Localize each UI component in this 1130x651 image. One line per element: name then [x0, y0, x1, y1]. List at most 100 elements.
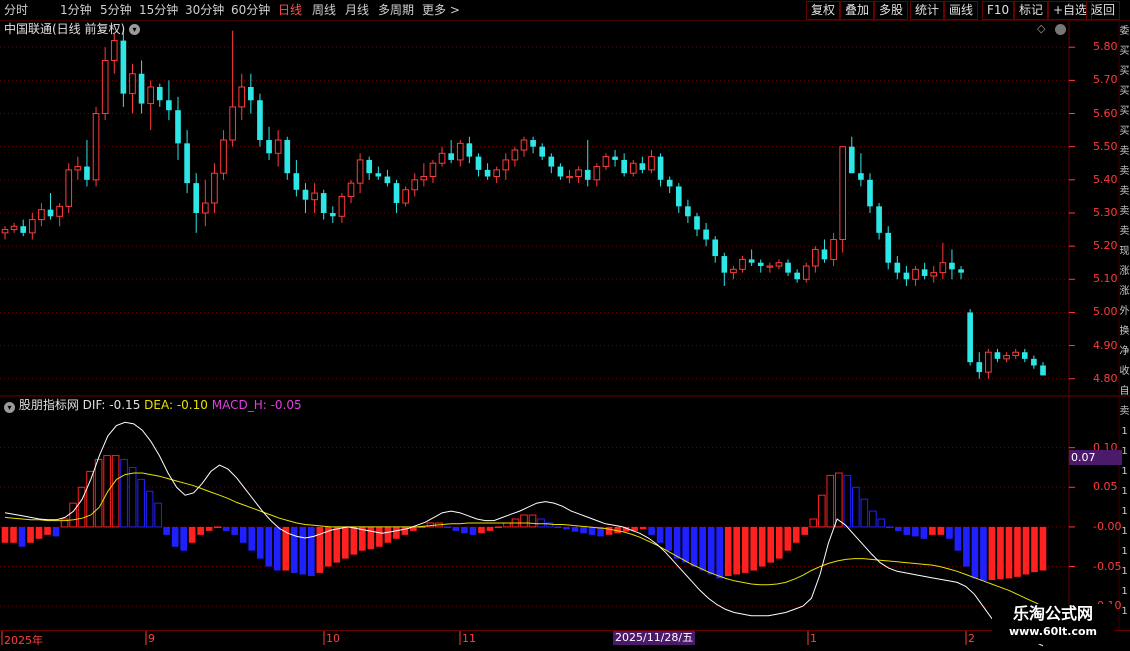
diamond-icon[interactable]: ◇ [1037, 20, 1045, 37]
macd-bar [461, 526, 468, 534]
toolbar-button-0[interactable]: 复权 [806, 1, 841, 20]
candle-body-down [903, 272, 910, 280]
macd-bar [1005, 526, 1013, 579]
candle-body-down [156, 86, 163, 101]
macd-bar [869, 510, 877, 528]
candle-body-down [1040, 365, 1046, 376]
quote-strip-char: 净 [1119, 346, 1130, 357]
toolbar-button-1[interactable]: 叠加 [840, 1, 875, 20]
macd-bar [946, 526, 953, 539]
date-cursor-label: 2025/11/28/五 [613, 631, 696, 645]
macd-bar [137, 478, 145, 528]
macd-bar [103, 455, 111, 528]
macd-bar [1, 526, 9, 543]
candle-body-down [257, 100, 263, 141]
candle-body-down [885, 232, 892, 263]
toolbar-button-2[interactable]: 多股 [874, 1, 909, 20]
candle-body-down [166, 100, 172, 111]
candle-body-down [84, 166, 90, 180]
quote-strip-char: 收 [1119, 366, 1130, 377]
period-tab-0[interactable]: 分时 [4, 0, 28, 20]
candle-body-down [584, 169, 591, 180]
date-axis: 2025年 9 10 11 1 2 [0, 630, 1130, 651]
period-tab-6[interactable]: 日线 [278, 0, 302, 20]
toolbar-button-8[interactable]: 返回 [1086, 1, 1121, 20]
candle-body-down [375, 173, 382, 177]
macd-bar [895, 526, 902, 531]
dea-line [4, 472, 1044, 607]
macd-bar [1022, 526, 1030, 575]
candle-body-down [657, 156, 664, 180]
candle-body-up [274, 139, 282, 154]
chart-canvas[interactable] [0, 0, 1130, 650]
watermark-title: 乐淘公式网 [1012, 604, 1093, 623]
price-tick-label: 4.90 [1093, 338, 1118, 352]
chevron-down-icon[interactable]: ▾ [129, 24, 140, 35]
candle-body-up [311, 192, 318, 201]
settings-circle-icon[interactable] [1055, 24, 1066, 35]
candle-body-up [65, 169, 73, 207]
candle-body-up [766, 265, 774, 268]
candle-body-down [958, 269, 964, 273]
candle-body-up [520, 139, 528, 151]
watermark: 乐淘公式网 www.60lt.com [992, 604, 1114, 644]
watermark-url: www.60lt.com [1008, 625, 1098, 638]
candle-body-up [493, 169, 501, 178]
period-tab-7[interactable]: 周线 [312, 0, 336, 20]
macd-tick-label: 0.05 [1093, 480, 1118, 494]
macd-bar [393, 526, 400, 539]
candle-body-down [994, 352, 1001, 359]
macd-bar [128, 466, 137, 528]
quote-strip-char: 自 [1119, 386, 1130, 397]
period-tab-2[interactable]: 5分钟 [100, 0, 132, 20]
macd-bar [639, 526, 647, 530]
macd-bar [673, 526, 681, 559]
candle-body-down [757, 262, 764, 267]
candle-body-up [201, 202, 209, 214]
indicator-name[interactable]: 股朋指标网 [19, 398, 79, 412]
period-tab-8[interactable]: 月线 [345, 0, 369, 20]
macd-bar [741, 526, 749, 573]
macd-bar [826, 474, 835, 528]
candle-body-up [211, 172, 218, 204]
period-tab-3[interactable]: 15分钟 [139, 0, 178, 20]
macd-bar [537, 518, 545, 528]
macd-bar [920, 526, 928, 539]
macd-bar [35, 526, 43, 539]
candle-body-down [794, 272, 800, 280]
chevron-down-icon[interactable]: ▾ [4, 402, 15, 413]
macd-bar [1014, 526, 1021, 577]
candle-body-up [456, 142, 464, 161]
macd-bar [528, 514, 537, 528]
macd-bar [10, 526, 17, 543]
toolbar-button-3[interactable]: 统计 [910, 1, 945, 20]
toolbar-button-4[interactable]: 画线 [944, 1, 979, 20]
toolbar-button-5[interactable]: F10 [982, 1, 1015, 20]
macd-bar [733, 526, 741, 575]
macd-bar [656, 526, 664, 543]
candle-body-down [703, 229, 709, 240]
macd-bar [333, 526, 341, 563]
candle-body-down [120, 40, 127, 94]
candle-body-up [56, 205, 63, 217]
toolbar-button-6[interactable]: 标记 [1014, 1, 1049, 20]
price-tick-label: 5.00 [1093, 305, 1118, 319]
macd-bar [767, 526, 775, 563]
quote-strip-char: 1 [1121, 446, 1128, 457]
period-tab-5[interactable]: 60分钟 [231, 0, 270, 20]
price-tick-label: 5.70 [1093, 73, 1118, 87]
period-tab-1[interactable]: 1分钟 [60, 0, 92, 20]
candle-body-up [802, 265, 810, 280]
price-tick-label: 4.80 [1093, 371, 1118, 385]
period-tab-9[interactable]: 多周期 [378, 0, 414, 20]
macd-bar [290, 526, 298, 573]
candle-body-up [739, 258, 746, 270]
candle-body-up [648, 156, 655, 171]
quote-strip-char: 外 [1119, 306, 1130, 317]
macd-bar [443, 526, 452, 529]
candle-body-down [976, 362, 983, 373]
period-tab-10[interactable]: 更多 > [422, 0, 460, 20]
candle-body-up [402, 189, 409, 204]
period-tab-4[interactable]: 30分钟 [185, 0, 224, 20]
candle-body-down [612, 156, 618, 160]
